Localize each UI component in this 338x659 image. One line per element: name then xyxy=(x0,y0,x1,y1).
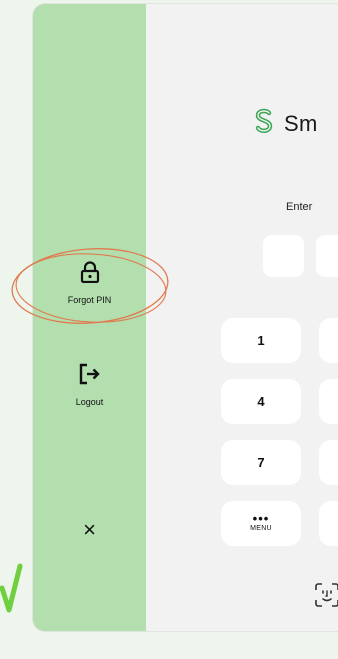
key-7[interactable]: 7 xyxy=(221,440,301,485)
key-5[interactable]: 5 xyxy=(319,379,338,424)
forgot-pin-label: Forgot PIN xyxy=(67,295,112,305)
screen: Forgot PIN Logout × Sm Enter 1 4 7 ••• M… xyxy=(0,0,338,659)
logout-icon xyxy=(79,363,101,390)
logout-label: Logout xyxy=(75,397,104,407)
more-dots-icon: ••• xyxy=(252,511,270,526)
key-0[interactable]: 0 xyxy=(319,501,338,546)
brand-header: Sm xyxy=(254,108,318,139)
face-id-icon[interactable] xyxy=(314,582,338,613)
pin-digit-box xyxy=(263,235,304,277)
key-4[interactable]: 4 xyxy=(221,379,301,424)
menu-button[interactable]: ••• MENU xyxy=(221,501,301,546)
key-1[interactable]: 1 xyxy=(221,318,301,363)
pin-lock-screen: Forgot PIN Logout × Sm Enter 1 4 7 ••• M… xyxy=(33,4,338,631)
key-2[interactable]: 2 xyxy=(319,318,338,363)
forgot-pin-button[interactable]: Forgot PIN xyxy=(33,261,146,305)
key-8[interactable]: 8 xyxy=(319,440,338,485)
close-icon[interactable]: × xyxy=(33,519,146,541)
lock-icon xyxy=(80,261,100,288)
sidebar: Forgot PIN Logout × xyxy=(33,4,146,631)
pin-digit-box xyxy=(316,235,338,277)
menu-label: MENU xyxy=(250,525,272,532)
logout-button[interactable]: Logout xyxy=(33,363,146,407)
brand-s-logo-icon xyxy=(254,108,274,139)
brand-name: Sm xyxy=(284,110,318,136)
pin-pad-panel: Sm Enter 1 2 4 5 7 8 ••• MENU 0 xyxy=(146,4,338,631)
enter-pin-label: Enter xyxy=(286,201,313,213)
